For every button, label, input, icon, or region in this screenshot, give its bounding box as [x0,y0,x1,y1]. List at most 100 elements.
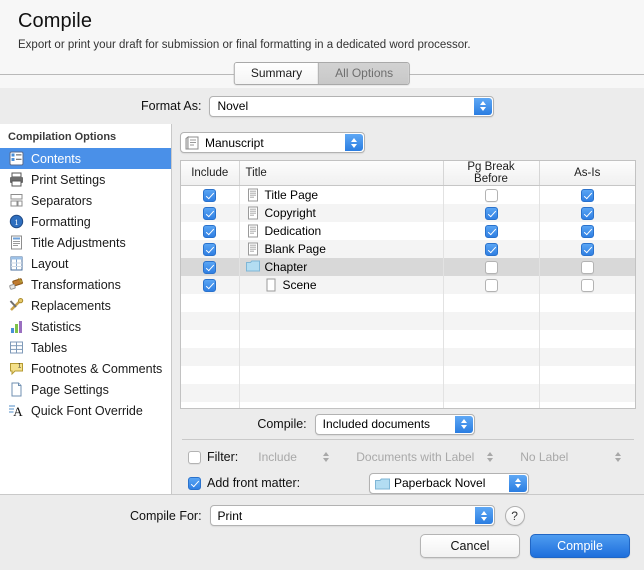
checkbox-checked[interactable] [203,242,217,256]
cell-pg-break-before[interactable] [443,257,540,276]
filter-criterion-select[interactable]: Documents with Label [348,447,504,468]
sidebar-item-formatting[interactable]: 1 Formatting [0,211,171,232]
sidebar-item-footnotes-comments[interactable]: 1 Footnotes & Comments [0,358,171,379]
sidebar-item-label: Tables [31,340,68,355]
checkbox-checked[interactable] [203,278,217,292]
sidebar-item-separators[interactable]: Separators [0,190,171,211]
row-title: Dedication [264,223,322,238]
column-header-include[interactable]: Include [181,161,240,186]
front-matter-checkbox[interactable] [188,476,201,490]
cell-title[interactable]: Chapter [239,257,444,276]
cell-pg-break-before [443,311,540,330]
checkbox-unchecked[interactable] [484,260,498,274]
column-header-title[interactable]: Title [239,161,444,186]
cell-as-is[interactable] [539,222,635,240]
cell-include[interactable] [181,221,240,240]
checkbox-checked[interactable] [580,188,594,202]
compile-button[interactable]: Compile [530,534,630,558]
column-header-pg-break-before[interactable]: Pg Break Before [443,161,540,186]
table-row[interactable]: Blank Page [181,239,635,258]
tab-all-options[interactable]: All Options [318,63,410,84]
sidebar-item-layout[interactable]: Layout [0,253,171,274]
checkbox-checked[interactable] [203,188,217,202]
sidebar-item-print-settings[interactable]: Print Settings [0,169,171,190]
checkbox-unchecked[interactable] [484,188,498,202]
sidebar-item-replacements[interactable]: Replacements [0,295,171,316]
cell-include[interactable] [181,239,240,258]
sidebar-item-tables[interactable]: Tables [0,337,171,358]
page-settings-icon [8,382,25,397]
table-row[interactable]: Chapter [181,257,635,276]
checkbox-checked[interactable] [580,224,594,238]
compile-for-select[interactable]: Print [209,505,495,526]
help-button[interactable]: ? [504,505,525,526]
svg-text:1: 1 [15,218,19,227]
front-matter-select[interactable]: Paperback Novel [369,472,529,494]
table-row-empty[interactable] [181,347,635,366]
compile-scope-select[interactable]: Included documents [314,413,475,435]
checkbox-checked[interactable] [484,242,498,256]
filter-mode-select[interactable]: Include [250,447,340,468]
filter-value: No Label [520,450,569,464]
cell-title[interactable]: Scene [239,275,444,294]
sidebar-item-page-settings[interactable]: Page Settings [0,379,171,400]
table-row-empty[interactable] [181,293,635,312]
column-header-as-is[interactable]: As-Is [539,161,635,186]
table-row-empty[interactable] [181,329,635,348]
cell-pg-break-before[interactable] [443,221,540,240]
cell-include[interactable] [181,203,240,222]
cell-title[interactable]: Blank Page [239,239,444,258]
cell-pg-break-before[interactable] [443,203,540,222]
cell-as-is[interactable] [539,240,635,258]
sidebar-item-title-adjustments[interactable]: Title Adjustments [0,232,171,253]
sidebar-item-quick-font-override[interactable]: A Quick Font Override [0,400,171,421]
cell-as-is[interactable] [539,258,635,276]
checkbox-checked[interactable] [203,206,217,220]
checkbox-unchecked[interactable] [580,260,594,274]
table-row[interactable]: Copyright [181,203,635,222]
sidebar-item-transformations[interactable]: Transformations [0,274,171,295]
checkbox-checked[interactable] [580,242,594,256]
cell-title[interactable]: Dedication [239,221,444,240]
tab-summary[interactable]: Summary [234,63,319,84]
cell-include[interactable] [181,185,240,204]
cell-as-is[interactable] [539,186,635,204]
table-row-empty[interactable] [181,401,635,408]
cell-pg-break-before[interactable] [443,275,540,294]
cell-title[interactable]: Title Page [239,185,444,204]
cell-as-is[interactable] [539,276,635,294]
cell-as-is[interactable] [539,204,635,222]
sidebar-item-contents[interactable]: Contents [0,148,171,169]
contents-table-container[interactable]: Include Title Pg Break Before As-Is Titl… [180,160,636,409]
formatting-icon: 1 [8,214,25,229]
cell-include[interactable] [181,275,240,294]
table-row[interactable]: Title Page [181,185,635,204]
filter-checkbox[interactable] [188,450,201,464]
table-header-row: Include Title Pg Break Before As-Is [181,161,635,186]
row-title: Blank Page [264,241,326,256]
source-value: Manuscript [205,135,264,150]
checkbox-checked[interactable] [203,224,217,238]
table-row-empty[interactable] [181,311,635,330]
cell-include [181,365,240,384]
table-row[interactable]: Scene [181,275,635,294]
checkbox-checked[interactable] [484,224,498,238]
table-row-empty[interactable] [181,383,635,402]
filter-value-select[interactable]: No Label [512,447,632,468]
format-as-select[interactable]: Novel [209,95,495,117]
cancel-button[interactable]: Cancel [420,534,520,558]
source-select[interactable]: Manuscript [180,132,365,153]
sidebar-item-statistics[interactable]: Statistics [0,316,171,337]
checkbox-checked[interactable] [580,206,594,220]
checkbox-unchecked[interactable] [580,278,594,292]
checkbox-unchecked[interactable] [484,278,498,292]
cell-title[interactable]: Copyright [239,203,444,222]
table-body: Title Page Copyright Dedication Blank Page C… [181,185,635,408]
table-row-empty[interactable] [181,365,635,384]
cell-include[interactable] [181,257,240,276]
checkbox-checked[interactable] [484,206,498,220]
cell-pg-break-before[interactable] [443,185,540,204]
cell-pg-break-before[interactable] [443,239,540,258]
table-row[interactable]: Dedication [181,221,635,240]
checkbox-checked[interactable] [203,260,217,274]
